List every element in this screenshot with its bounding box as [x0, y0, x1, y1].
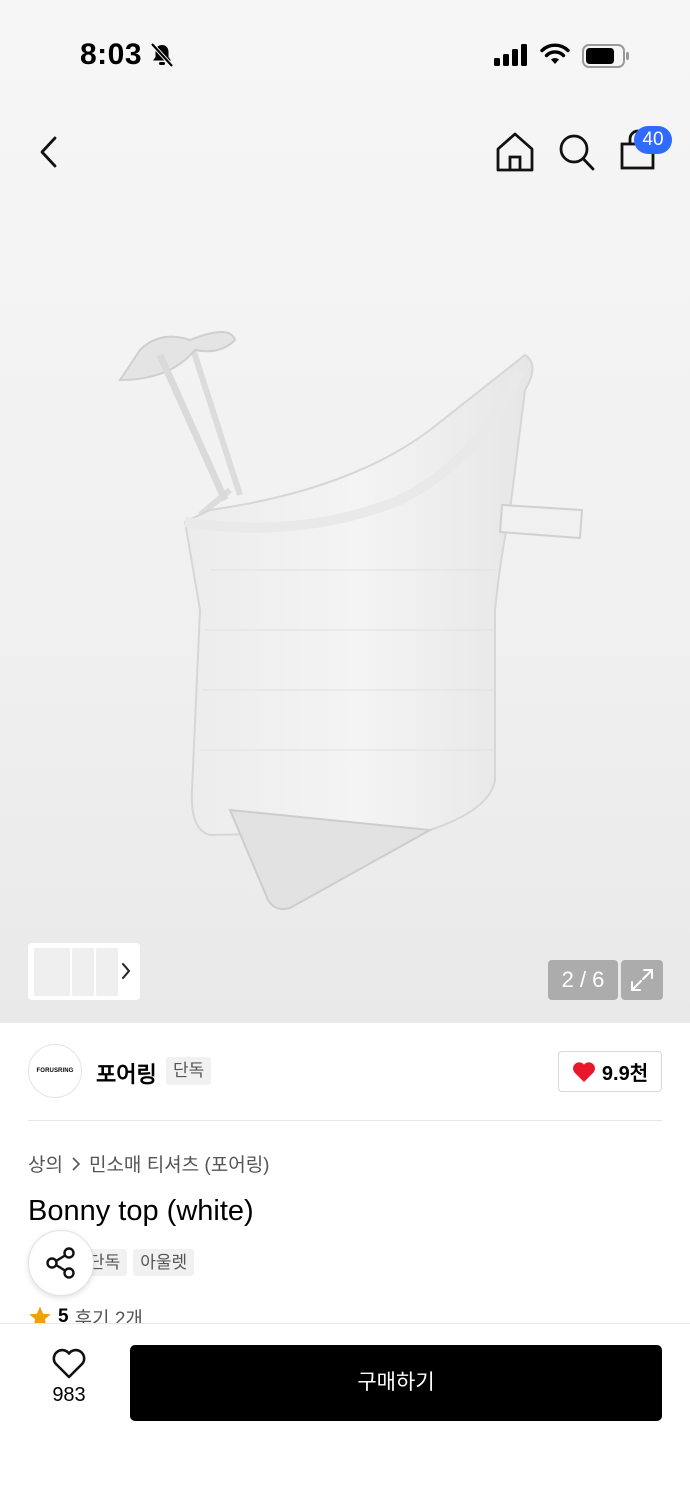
- cart-count-badge: 40: [634, 126, 672, 154]
- silent-bell-icon: [150, 42, 174, 68]
- wishlist-count: 983: [52, 1384, 86, 1406]
- breadcrumb-category[interactable]: 상의: [28, 1150, 63, 1177]
- back-button[interactable]: [28, 130, 68, 174]
- heart-outline-icon: [52, 1348, 86, 1379]
- brand-like-count: 9.9천: [601, 1063, 649, 1085]
- status-bar: 8:03: [0, 0, 690, 110]
- home-button[interactable]: [494, 130, 536, 174]
- search-icon: [559, 134, 595, 171]
- chevron-left-icon: [40, 136, 57, 168]
- chevron-right-icon: [122, 963, 131, 979]
- image-counter: 2 / 6: [548, 960, 618, 1000]
- wifi-icon: [540, 43, 570, 64]
- product-tag: 아울렛: [133, 1249, 195, 1276]
- home-icon: [496, 132, 534, 172]
- divider: [28, 1120, 662, 1121]
- product-tags: 단독 아울렛: [82, 1249, 195, 1276]
- cellular-signal-icon: [494, 44, 527, 66]
- brand-name[interactable]: 포어링: [96, 1057, 157, 1089]
- status-time: 8:03: [80, 38, 143, 71]
- thumbnail-strip[interactable]: [28, 943, 140, 1000]
- exclusive-tag: 단독: [166, 1057, 212, 1085]
- search-button[interactable]: [556, 130, 598, 174]
- brand-like-button[interactable]: 9.9천: [558, 1051, 662, 1092]
- wishlist-button[interactable]: 983: [38, 1348, 100, 1414]
- thumbnail-image[interactable]: [96, 947, 118, 996]
- battery-icon: [582, 44, 629, 68]
- brand-logo[interactable]: FORUSRING: [28, 1044, 82, 1098]
- breadcrumb: 상의 민소매 티셔츠 (포어링): [28, 1150, 270, 1177]
- thumbnail-image[interactable]: [34, 947, 70, 996]
- breadcrumb-subcategory[interactable]: 민소매 티셔츠 (포어링): [89, 1150, 270, 1177]
- product-title: Bonny top (white): [28, 1195, 254, 1227]
- heart-filled-icon: [572, 1061, 595, 1082]
- share-icon: [46, 1247, 75, 1279]
- thumbnail-image[interactable]: [72, 947, 94, 996]
- product-image[interactable]: [100, 310, 600, 920]
- fullscreen-button[interactable]: [621, 960, 663, 1000]
- share-button[interactable]: [28, 1230, 94, 1296]
- chevron-right-icon: [72, 1156, 81, 1171]
- brand-row: FORUSRING 포어링 단독 9.9천: [28, 1043, 662, 1101]
- expand-icon: [631, 969, 653, 991]
- buy-button[interactable]: 구매하기: [130, 1345, 662, 1421]
